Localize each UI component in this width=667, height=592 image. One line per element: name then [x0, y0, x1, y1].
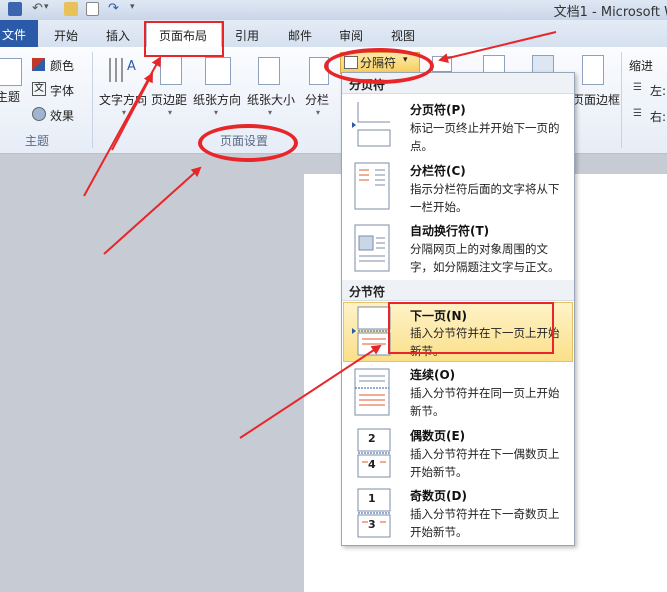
arrow-to-text-direction — [111, 72, 153, 151]
arrow-to-next-page — [239, 344, 382, 439]
arrow-to-page-setup — [103, 166, 202, 255]
annotation-arrows — [83, 31, 557, 439]
arrow-to-breaks — [438, 31, 557, 63]
